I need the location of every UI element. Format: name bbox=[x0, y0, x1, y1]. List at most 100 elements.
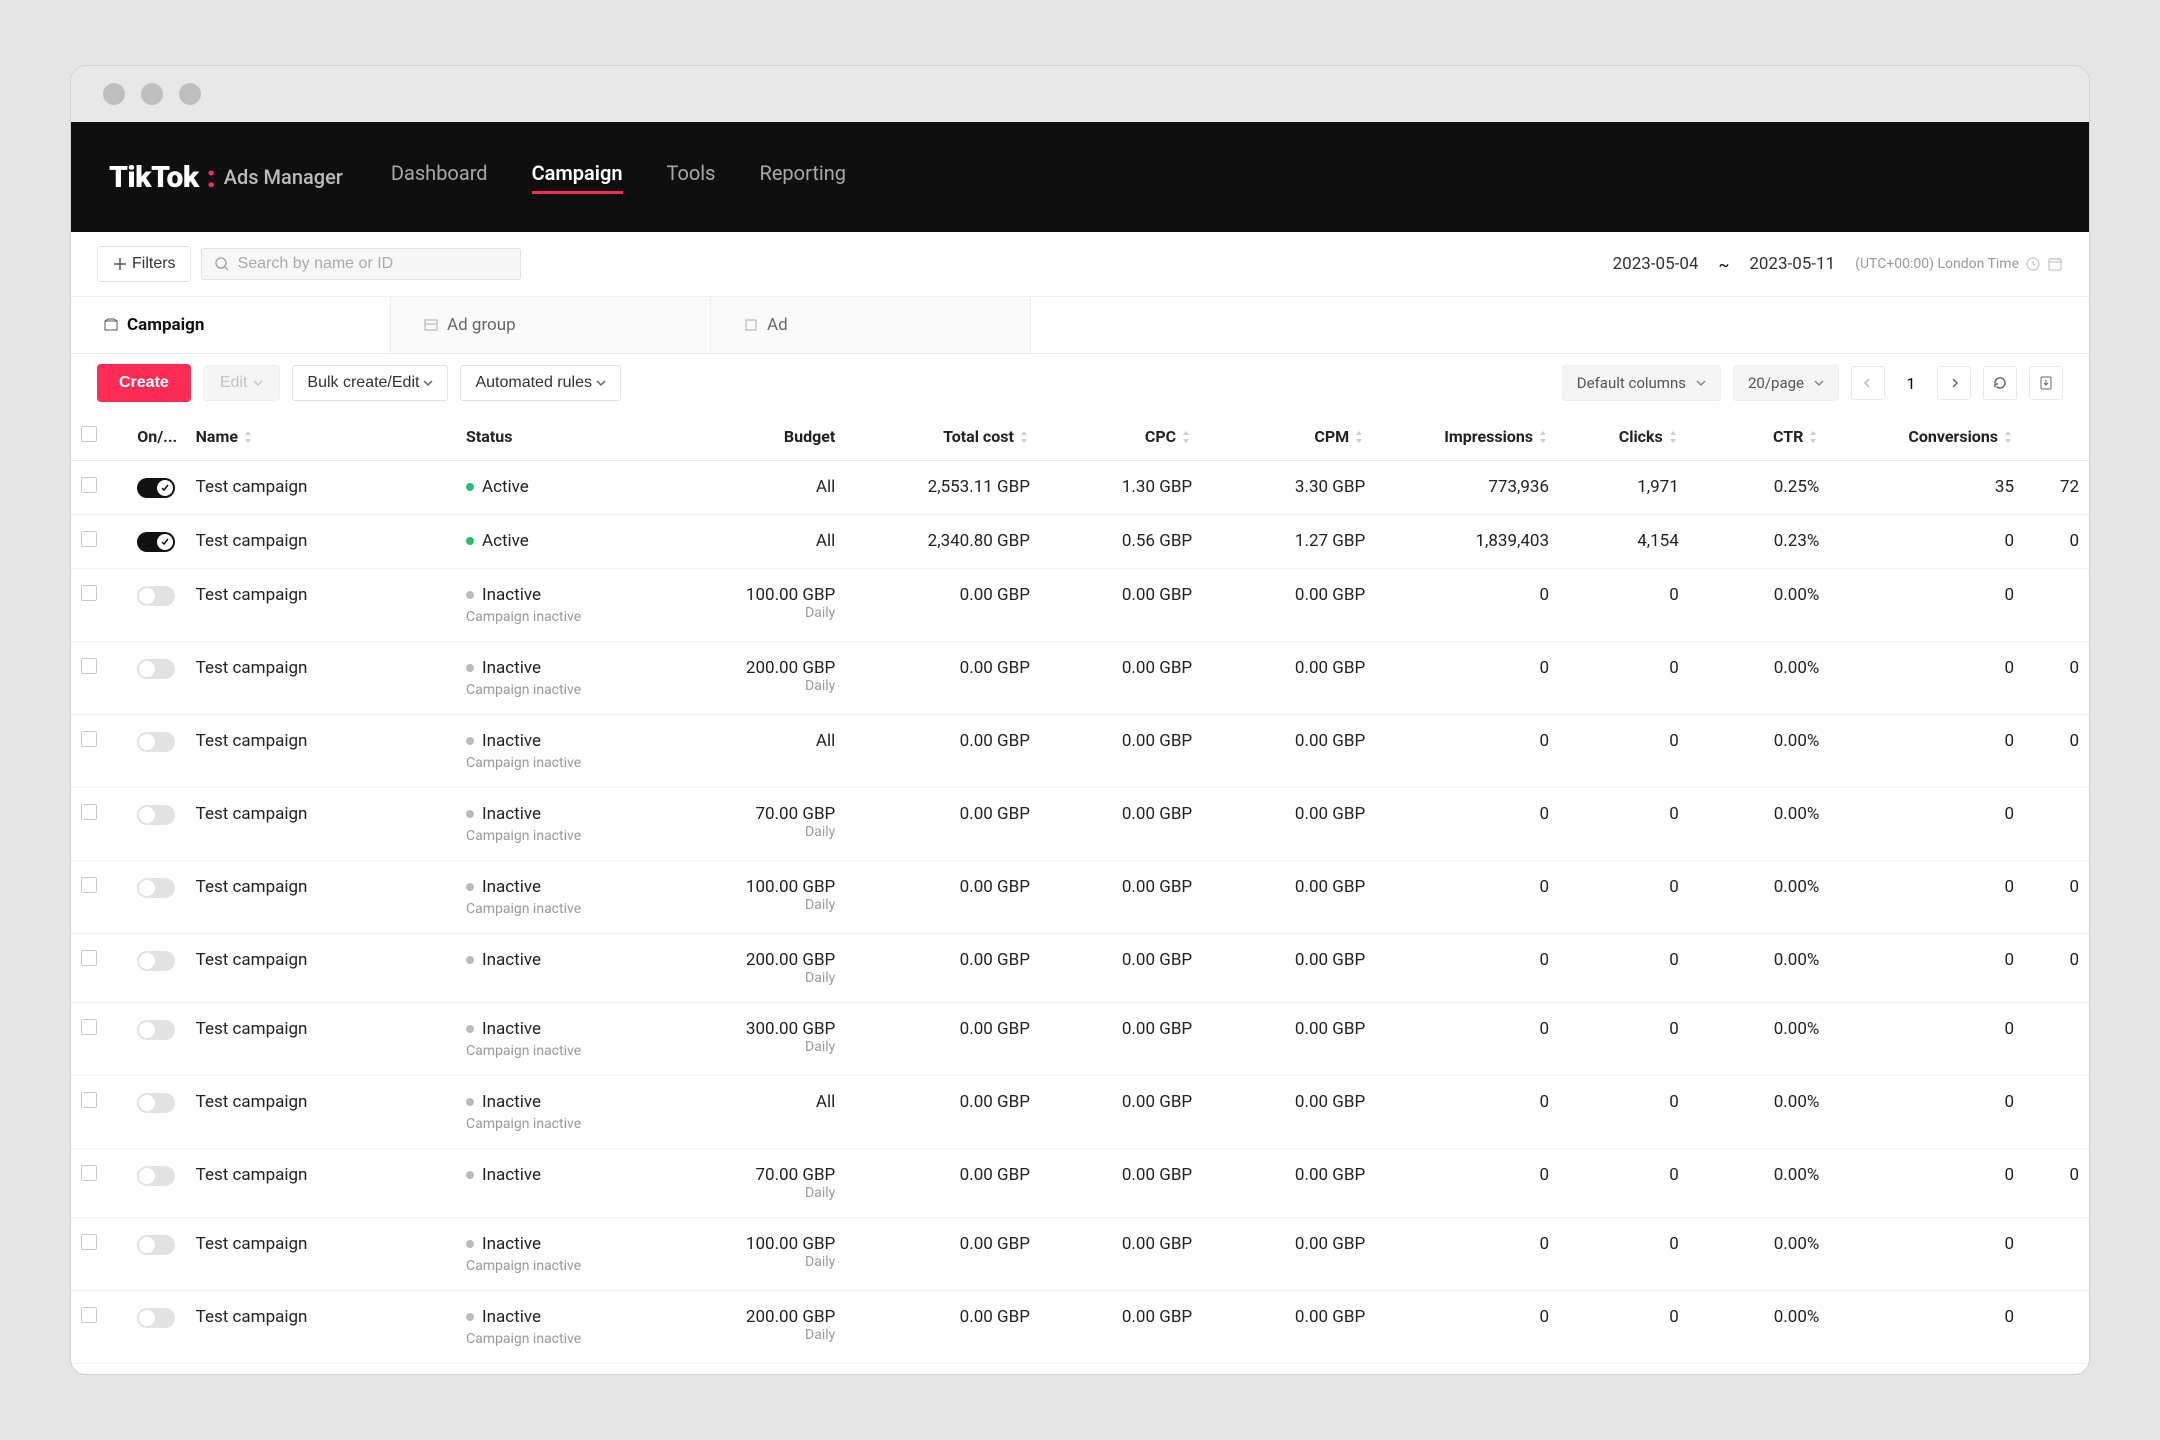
col-onoff[interactable]: On/... bbox=[127, 412, 185, 461]
date-range-end[interactable]: 2023-05-11 bbox=[1739, 248, 1845, 280]
row-checkbox[interactable] bbox=[81, 658, 97, 674]
row-toggle[interactable] bbox=[137, 1093, 175, 1113]
row-toggle[interactable] bbox=[137, 586, 175, 606]
row-toggle[interactable] bbox=[137, 805, 175, 825]
table-row[interactable]: Test campaign Inactive 200.00 GBPDaily 0… bbox=[71, 934, 2089, 1003]
row-toggle[interactable] bbox=[137, 1166, 175, 1186]
automated-rules-button[interactable]: Automated rules bbox=[460, 365, 621, 401]
table-row[interactable]: Test campaign InactiveCampaign inactive … bbox=[71, 1291, 2089, 1364]
cell-name[interactable]: Test campaign bbox=[186, 1218, 456, 1291]
row-checkbox[interactable] bbox=[81, 1092, 97, 1108]
row-checkbox[interactable] bbox=[81, 950, 97, 966]
table-row[interactable]: Test campaign InactiveCampaign inactive … bbox=[71, 1003, 2089, 1076]
row-checkbox[interactable] bbox=[81, 1307, 97, 1323]
check-icon bbox=[161, 484, 169, 492]
nav-item-reporting[interactable]: Reporting bbox=[760, 161, 847, 194]
filters-button[interactable]: Filters bbox=[97, 246, 191, 282]
traffic-close-icon[interactable] bbox=[103, 83, 125, 105]
pagesize-select[interactable]: 20/page bbox=[1733, 365, 1839, 401]
table-row[interactable]: Test campaign InactiveCampaign inactive … bbox=[71, 1218, 2089, 1291]
page-prev-button[interactable] bbox=[1851, 366, 1885, 400]
traffic-minimize-icon[interactable] bbox=[141, 83, 163, 105]
row-checkbox[interactable] bbox=[81, 804, 97, 820]
create-button[interactable]: Create bbox=[97, 364, 191, 402]
row-checkbox[interactable] bbox=[81, 731, 97, 747]
row-checkbox[interactable] bbox=[81, 477, 97, 493]
row-toggle[interactable] bbox=[137, 878, 175, 898]
table-row[interactable]: Test campaign Active All 2,553.11 GBP 1.… bbox=[71, 461, 2089, 515]
row-checkbox[interactable] bbox=[81, 585, 97, 601]
cell-name[interactable]: Test campaign bbox=[186, 861, 456, 934]
col-clicks[interactable]: Clicks bbox=[1559, 412, 1689, 461]
table-row[interactable]: Test campaign Inactive 70.00 GBPDaily 0.… bbox=[71, 1149, 2089, 1218]
row-toggle[interactable] bbox=[137, 1308, 175, 1328]
chevron-down-icon bbox=[1696, 378, 1706, 388]
table-row[interactable]: Test campaign InactiveCampaign inactive … bbox=[71, 715, 2089, 788]
level-tab-campaign[interactable]: Campaign bbox=[71, 297, 391, 353]
cell-name[interactable]: Test campaign bbox=[186, 1076, 456, 1149]
row-toggle[interactable] bbox=[137, 1235, 175, 1255]
row-checkbox[interactable] bbox=[81, 1019, 97, 1035]
search-input[interactable] bbox=[238, 255, 508, 273]
level-tab-ad-group[interactable]: Ad group bbox=[391, 297, 711, 353]
nav-item-tools[interactable]: Tools bbox=[667, 161, 716, 194]
nav-item-dashboard[interactable]: Dashboard bbox=[391, 161, 488, 194]
row-checkbox[interactable] bbox=[81, 1165, 97, 1181]
table-row[interactable]: Test campaign InactiveCampaign inactive … bbox=[71, 1076, 2089, 1149]
col-total-cost[interactable]: Total cost bbox=[845, 412, 1040, 461]
cell-clicks: 0 bbox=[1559, 715, 1689, 788]
col-budget[interactable]: Budget bbox=[683, 412, 845, 461]
table-row[interactable]: Test campaign InactiveCampaign inactive … bbox=[71, 788, 2089, 861]
table-row[interactable]: Test campaign InactiveCampaign inactive … bbox=[71, 861, 2089, 934]
table-row[interactable]: Test campaign Inactive 300.00 GBPDaily 0… bbox=[71, 1364, 2089, 1375]
table-row[interactable]: Test campaign InactiveCampaign inactive … bbox=[71, 569, 2089, 642]
table-row[interactable]: Test campaign InactiveCampaign inactive … bbox=[71, 642, 2089, 715]
timezone-label[interactable]: (UTC+00:00) London Time bbox=[1855, 256, 2063, 272]
row-checkbox[interactable] bbox=[81, 1234, 97, 1250]
col-cpc[interactable]: CPC bbox=[1040, 412, 1202, 461]
date-range-start[interactable]: 2023-05-04 bbox=[1603, 248, 1709, 280]
cell-name[interactable]: Test campaign bbox=[186, 1364, 456, 1375]
col-status[interactable]: Status bbox=[456, 412, 683, 461]
col-impressions[interactable]: Impressions bbox=[1375, 412, 1559, 461]
cell-name[interactable]: Test campaign bbox=[186, 1291, 456, 1364]
columns-select[interactable]: Default columns bbox=[1562, 365, 1721, 401]
col-ctr[interactable]: CTR bbox=[1689, 412, 1830, 461]
row-toggle[interactable] bbox=[137, 951, 175, 971]
row-checkbox[interactable] bbox=[81, 877, 97, 893]
row-toggle[interactable] bbox=[137, 659, 175, 679]
cell-cpm: 0.00 GBP bbox=[1202, 642, 1375, 715]
page-number-input[interactable]: 1 bbox=[1891, 374, 1931, 393]
row-toggle[interactable] bbox=[137, 732, 175, 752]
header: TikTok: Ads Manager DashboardCampaignToo… bbox=[71, 122, 2089, 232]
status-text: Inactive bbox=[482, 1092, 541, 1112]
status-text: Inactive bbox=[482, 1165, 541, 1185]
table-row[interactable]: Test campaign Active All 2,340.80 GBP 0.… bbox=[71, 515, 2089, 569]
nav-item-campaign[interactable]: Campaign bbox=[532, 161, 623, 194]
search-input-container[interactable] bbox=[201, 248, 521, 280]
col-cpm[interactable]: CPM bbox=[1202, 412, 1375, 461]
cell-name[interactable]: Test campaign bbox=[186, 642, 456, 715]
row-checkbox[interactable] bbox=[81, 531, 97, 547]
cell-name[interactable]: Test campaign bbox=[186, 461, 456, 515]
cell-name[interactable]: Test campaign bbox=[186, 515, 456, 569]
page-next-button[interactable] bbox=[1937, 366, 1971, 400]
row-toggle[interactable] bbox=[137, 1020, 175, 1040]
row-toggle[interactable] bbox=[137, 532, 175, 552]
cell-name[interactable]: Test campaign bbox=[186, 1003, 456, 1076]
col-conversions[interactable]: Conversions bbox=[1829, 412, 2024, 461]
traffic-zoom-icon[interactable] bbox=[179, 83, 201, 105]
export-button[interactable] bbox=[2029, 366, 2063, 400]
refresh-button[interactable] bbox=[1983, 366, 2017, 400]
cell-name[interactable]: Test campaign bbox=[186, 1149, 456, 1218]
cell-name[interactable]: Test campaign bbox=[186, 715, 456, 788]
row-toggle[interactable] bbox=[137, 478, 175, 498]
cell-name[interactable]: Test campaign bbox=[186, 788, 456, 861]
cell-name[interactable]: Test campaign bbox=[186, 934, 456, 1003]
col-name[interactable]: Name bbox=[186, 412, 456, 461]
cell-name[interactable]: Test campaign bbox=[186, 569, 456, 642]
cell-budget: 100.00 GBP bbox=[693, 877, 835, 897]
select-all-checkbox[interactable] bbox=[81, 426, 97, 442]
bulk-create-edit-button[interactable]: Bulk create/Edit bbox=[292, 365, 448, 401]
level-tab-ad[interactable]: Ad bbox=[711, 297, 1031, 353]
